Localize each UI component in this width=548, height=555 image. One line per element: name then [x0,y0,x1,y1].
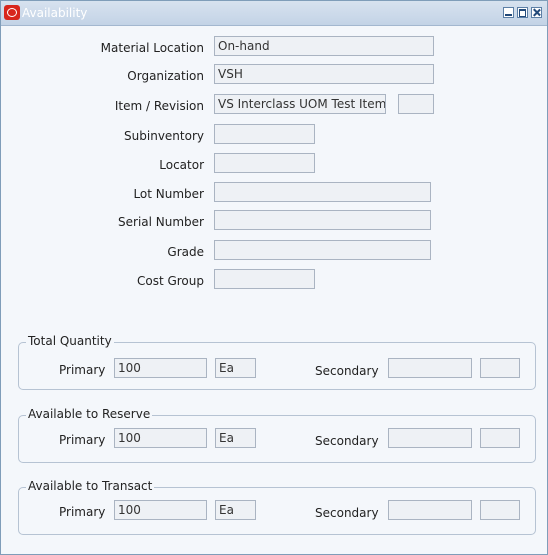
organization-label: Organization [127,69,204,83]
availability-window: Availability Material Location On-hand O… [0,0,548,555]
maximize-icon[interactable] [517,7,528,18]
transact-primary-qty-field[interactable]: 100 [114,500,207,520]
reserve-primary-label: Primary [59,433,106,447]
reserve-secondary-qty-field[interactable] [388,428,472,448]
minimize-icon[interactable] [503,7,514,18]
total-primary-qty-field[interactable]: 100 [114,358,207,378]
total-secondary-uom-field[interactable] [480,358,520,378]
total-secondary-label: Secondary [315,364,379,378]
locator-field[interactable] [214,153,315,173]
grade-field[interactable] [214,240,431,260]
lot-number-field[interactable] [214,182,431,202]
oracle-logo-icon [4,5,20,20]
material-location-field[interactable]: On-hand [214,36,434,56]
subinventory-label: Subinventory [124,129,204,143]
subinventory-field[interactable] [214,124,315,144]
close-icon[interactable] [531,7,542,18]
reserve-primary-qty-field[interactable]: 100 [114,428,207,448]
revision-field[interactable] [398,94,434,114]
available-to-transact-title: Available to Transact [26,479,155,493]
available-to-reserve-title: Available to Reserve [26,407,153,421]
locator-label: Locator [159,158,204,172]
item-field[interactable]: VS Interclass UOM Test Item [214,94,386,114]
transact-secondary-uom-field[interactable] [480,500,520,520]
total-primary-label: Primary [59,363,106,377]
cost-group-field[interactable] [214,269,315,289]
serial-number-label: Serial Number [118,215,204,229]
transact-primary-label: Primary [59,505,106,519]
serial-number-field[interactable] [214,210,431,230]
transact-secondary-label: Secondary [315,506,379,520]
item-revision-label: Item / Revision [114,99,204,113]
reserve-primary-uom-field[interactable]: Ea [215,428,256,448]
transact-primary-uom-field[interactable]: Ea [215,500,256,520]
reserve-secondary-uom-field[interactable] [480,428,520,448]
total-quantity-title: Total Quantity [26,334,114,348]
material-location-label: Material Location [100,41,204,55]
window-title: Availability [22,6,88,20]
reserve-secondary-label: Secondary [315,434,379,448]
grade-label: Grade [167,245,204,259]
transact-secondary-qty-field[interactable] [388,500,472,520]
total-primary-uom-field[interactable]: Ea [215,358,256,378]
lot-number-label: Lot Number [133,187,204,201]
cost-group-label: Cost Group [136,274,204,288]
title-bar[interactable]: Availability [1,1,547,26]
organization-field[interactable]: VSH [214,64,434,84]
total-secondary-qty-field[interactable] [388,358,472,378]
